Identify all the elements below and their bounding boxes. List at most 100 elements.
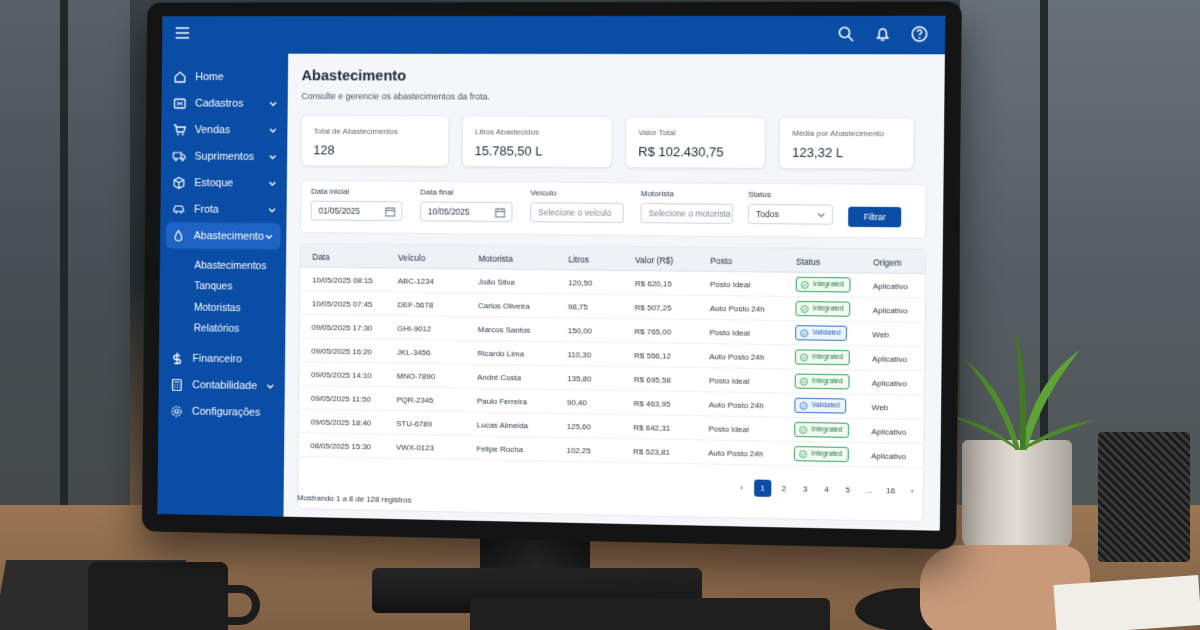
check-circle-icon bbox=[800, 378, 808, 386]
cell-date: 09/05/2025 17:30 bbox=[311, 322, 373, 333]
col-origin[interactable]: Origem bbox=[873, 257, 902, 267]
cell-liters: 110,30 bbox=[567, 350, 592, 360]
status-badge-label: Integrated bbox=[812, 305, 844, 313]
top-bar bbox=[162, 15, 946, 55]
sidebar-item-financeiro[interactable]: Financeiro bbox=[159, 344, 285, 372]
help-icon[interactable] bbox=[910, 25, 929, 43]
col-liters[interactable]: Litros bbox=[568, 254, 589, 264]
status-badge-label: Validated bbox=[812, 329, 841, 337]
cell-vehicle: VWX-0123 bbox=[395, 442, 434, 453]
chevron-down-icon bbox=[268, 152, 278, 162]
sidebar-item-label: Cadastros bbox=[195, 97, 244, 110]
col-status[interactable]: Status bbox=[796, 257, 821, 267]
cell-value: R$ 695,58 bbox=[633, 375, 671, 385]
cell-liters: 90,40 bbox=[566, 398, 587, 408]
dollar-icon bbox=[170, 351, 184, 365]
pagination-page[interactable]: 3 bbox=[797, 480, 814, 497]
end-date-field[interactable]: 10/05/2025 bbox=[419, 201, 513, 223]
plant-pot bbox=[962, 440, 1072, 550]
sidebar-item-contabilidade[interactable]: Contabilidade bbox=[159, 371, 285, 400]
check-circle-icon bbox=[800, 329, 808, 337]
sidebar-item-suprimentos[interactable]: Suprimentos bbox=[161, 143, 287, 170]
status-badge: Integrated bbox=[794, 349, 850, 366]
col-date[interactable]: Data bbox=[312, 252, 330, 262]
sidebar-item-cadastros[interactable]: Cadastros bbox=[161, 90, 287, 117]
sidebar-item-vendas[interactable]: Vendas bbox=[161, 116, 287, 143]
col-driver[interactable]: Motorista bbox=[478, 254, 513, 264]
status-badge: Integrated bbox=[795, 276, 851, 293]
cell-driver: Marcos Santos bbox=[477, 325, 531, 335]
vehicle-select[interactable]: Selecione o veículo bbox=[530, 202, 624, 223]
sidebar-item-configuracoes[interactable]: Configurações bbox=[158, 397, 284, 426]
sidebar-item-abastecimento[interactable]: Abastecimento bbox=[165, 222, 281, 250]
filter-button[interactable]: Filtrar bbox=[848, 206, 902, 228]
cell-vehicle: ABC-1234 bbox=[397, 276, 434, 286]
chevron-down-icon bbox=[817, 210, 826, 219]
stat-card-value: Valor Total R$ 102.430,75 bbox=[625, 115, 767, 169]
cell-driver: João Silva bbox=[478, 277, 515, 287]
stat-card-liters: Litros Abastecidos 15.785,50 L bbox=[461, 115, 613, 168]
sidebar-item-label: Frota bbox=[193, 203, 219, 216]
status-select-value: Todos bbox=[755, 208, 779, 220]
hamburger-icon[interactable] bbox=[176, 27, 190, 39]
fuel-icon bbox=[172, 229, 186, 243]
cell-liters: 135,80 bbox=[567, 374, 592, 384]
col-vehicle[interactable]: Veículo bbox=[398, 253, 425, 263]
cell-station: Posto Ideal bbox=[709, 328, 750, 338]
col-station[interactable]: Posto bbox=[710, 256, 732, 266]
sidebar-item-home[interactable]: Home bbox=[162, 63, 288, 90]
status-select[interactable]: Todos bbox=[747, 203, 834, 225]
start-date-field[interactable]: 01/05/2025 bbox=[310, 200, 403, 222]
sidebar-item-estoque[interactable]: Estoque bbox=[161, 169, 287, 196]
cell-vehicle: STU-6789 bbox=[396, 419, 433, 429]
pagination-page: ... bbox=[865, 485, 873, 495]
cell-origin: Web bbox=[872, 330, 890, 340]
check-circle-icon bbox=[800, 305, 808, 313]
cell-value: R$ 642,31 bbox=[633, 423, 671, 433]
status-badge-label: Integrated bbox=[811, 426, 843, 434]
status-badge-label: Validated bbox=[811, 401, 840, 410]
pagination-next[interactable]: › bbox=[903, 482, 921, 500]
status-badge-label: Integrated bbox=[811, 377, 844, 386]
calendar-icon[interactable] bbox=[495, 207, 506, 218]
main-content: Abastecimento Consulte e gerencie os aba… bbox=[283, 53, 945, 531]
end-date-value: 10/05/2025 bbox=[427, 206, 470, 217]
status-badge: Integrated bbox=[793, 446, 849, 463]
driver-select[interactable]: Selecione o motorista bbox=[640, 203, 733, 224]
pagination-page[interactable]: 5 bbox=[839, 481, 856, 499]
pagination-page[interactable]: 1 bbox=[754, 479, 772, 497]
sidebar-subitem-abastecimentos[interactable]: Abastecimentos bbox=[160, 254, 286, 276]
cell-value: R$ 463,95 bbox=[633, 399, 671, 409]
pagination-page[interactable]: 4 bbox=[818, 481, 835, 498]
cell-vehicle: PQR-2345 bbox=[396, 395, 434, 405]
sidebar-item-frota[interactable]: Frota bbox=[160, 196, 286, 224]
calendar-icon[interactable] bbox=[385, 206, 396, 217]
keyboard bbox=[470, 598, 830, 630]
cell-vehicle: MNO-7890 bbox=[396, 371, 436, 382]
sidebar-subitem-motoristas[interactable]: Motoristas bbox=[159, 296, 285, 319]
cell-origin: Aplicativo bbox=[872, 305, 908, 316]
sidebar-subitem-relatorios[interactable]: Relatórios bbox=[159, 318, 285, 341]
cell-station: Posto Ideal bbox=[708, 424, 749, 435]
pen-holder bbox=[1098, 432, 1190, 562]
search-icon[interactable] bbox=[837, 25, 855, 43]
sidebar-item-label: Contabilidade bbox=[192, 378, 258, 392]
status-badge: Validated bbox=[795, 325, 847, 341]
col-value[interactable]: Valor (R$) bbox=[635, 255, 673, 265]
stat-card-average: Média por Abastecimento 123,32 L bbox=[778, 116, 915, 170]
pagination-page[interactable]: 16 bbox=[882, 482, 900, 500]
stat-card-total: Total de Abastecimentos 128 bbox=[300, 114, 450, 167]
cell-date: 10/05/2025 07:45 bbox=[311, 299, 373, 309]
cell-station: Auto Posto 24h bbox=[709, 303, 765, 314]
pagination-prev[interactable]: ‹ bbox=[733, 479, 750, 496]
bell-icon[interactable] bbox=[873, 25, 892, 43]
cell-liters: 102,25 bbox=[566, 445, 591, 456]
stat-label: Valor Total bbox=[638, 128, 676, 138]
cell-station: Auto Posto 24h bbox=[708, 400, 764, 411]
chevron-down-icon bbox=[268, 98, 278, 108]
pagination-page[interactable]: 2 bbox=[775, 480, 792, 497]
sidebar-item-label: Vendas bbox=[194, 123, 231, 136]
cell-origin: Aplicativo bbox=[871, 427, 907, 437]
sidebar-subitem-tanques[interactable]: Tanques bbox=[160, 275, 286, 298]
start-date-label: Data inicial bbox=[310, 186, 350, 196]
